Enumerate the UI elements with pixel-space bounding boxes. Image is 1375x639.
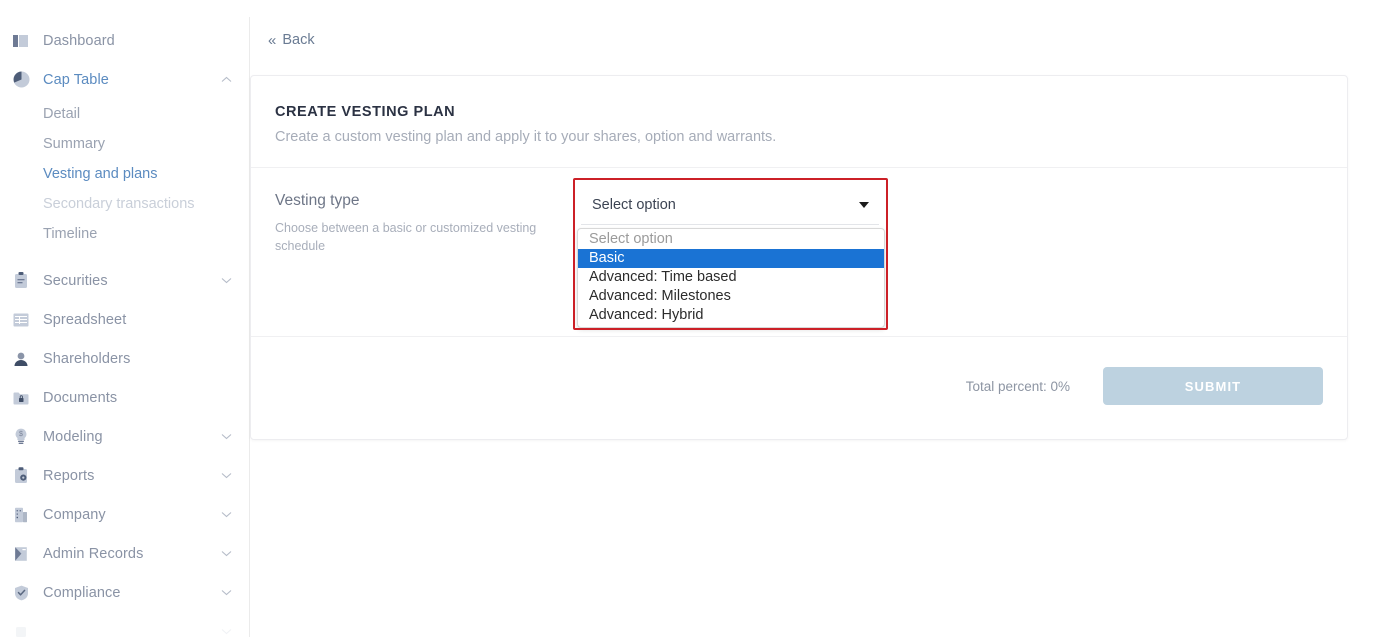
sidebar-subitem-label: Timeline: [43, 226, 98, 242]
shield-check-icon: [12, 584, 30, 602]
back-link[interactable]: « Back: [268, 32, 315, 48]
sidebar-item-cap-table[interactable]: Cap Table: [0, 60, 250, 99]
admin-archive-icon: [12, 545, 30, 563]
sidebar-item-securities[interactable]: Securities: [0, 261, 250, 300]
page-subtitle: Create a custom vesting plan and apply i…: [275, 129, 777, 145]
grid-icon: [12, 311, 30, 329]
sidebar-item-label: Shareholders: [43, 350, 131, 367]
sidebar-subitem-vesting-and-plans[interactable]: Vesting and plans: [0, 159, 250, 189]
vesting-type-dropdown-list[interactable]: Select option Basic Advanced: Time based…: [577, 228, 885, 328]
sidebar-item-label: Spreadsheet: [43, 311, 127, 328]
sidebar-item-spreadsheet[interactable]: Spreadsheet: [0, 300, 250, 339]
main-content: « Back CREATE VESTING PLAN Create a cust…: [250, 0, 1375, 639]
total-percent-label: Total percent: 0%: [965, 379, 1070, 394]
sidebar-item-compliance[interactable]: Compliance: [0, 573, 250, 612]
dropdown-option-advanced-milestones[interactable]: Advanced: Milestones: [578, 287, 884, 306]
sidebar-item-label: Reports: [43, 467, 95, 484]
lightbulb-dollar-icon: $: [12, 428, 30, 446]
dropdown-option-advanced-hybrid[interactable]: Advanced: Hybrid: [578, 306, 884, 325]
sidebar-item-label: Dashboard: [43, 32, 115, 49]
clipped-item-icon: [12, 623, 30, 639]
sidebar-subitem-detail[interactable]: Detail: [0, 99, 250, 129]
person-icon: [12, 350, 30, 368]
dashboard-icon: [12, 32, 30, 50]
chevron-up-icon[interactable]: [221, 76, 232, 83]
vesting-type-select[interactable]: Select option: [581, 185, 879, 225]
sidebar-item-label: Documents: [43, 389, 118, 406]
sidebar-subitem-label: Vesting and plans: [43, 166, 158, 182]
sidebar-item-label: Admin Records: [43, 545, 144, 562]
sidebar: Dashboard Cap Table Detail Summary Vesti…: [0, 0, 250, 639]
chevron-down-icon[interactable]: [221, 277, 232, 284]
dropdown-option-basic[interactable]: Basic: [578, 249, 884, 268]
sidebar-subitem-label: Detail: [43, 106, 81, 122]
chevron-down-icon[interactable]: [221, 589, 232, 596]
sidebar-subitem-secondary-transactions[interactable]: Secondary transactions: [0, 189, 250, 219]
dropdown-option-advanced-time-based[interactable]: Advanced: Time based: [578, 268, 884, 287]
svg-text:$: $: [19, 431, 23, 438]
vesting-type-label: Vesting type: [275, 192, 360, 209]
sidebar-item-documents[interactable]: Documents: [0, 378, 250, 417]
chevron-down-icon[interactable]: [221, 550, 232, 557]
sidebar-item-shareholders[interactable]: Shareholders: [0, 339, 250, 378]
vesting-type-help-text: Choose between a basic or customized ves…: [275, 221, 537, 254]
sidebar-item-dashboard[interactable]: Dashboard: [0, 21, 250, 60]
chevron-down-icon[interactable]: [221, 472, 232, 479]
report-gear-icon: [12, 467, 30, 485]
chevron-down-icon[interactable]: [221, 433, 232, 440]
submit-button[interactable]: SUBMIT: [1103, 367, 1323, 405]
page-title: CREATE VESTING PLAN: [275, 104, 456, 120]
dropdown-option-select-option[interactable]: Select option: [578, 230, 884, 249]
card-footer: Total percent: 0% SUBMIT: [251, 337, 1347, 437]
sidebar-nav-list: Dashboard Cap Table Detail Summary Vesti…: [0, 21, 250, 639]
chevron-down-icon[interactable]: [221, 628, 232, 635]
sidebar-subitem-label: Secondary transactions: [43, 196, 195, 212]
building-icon: [12, 506, 30, 524]
app-root: Dashboard Cap Table Detail Summary Vesti…: [0, 0, 1375, 639]
create-vesting-plan-card: CREATE VESTING PLAN Create a custom vest…: [250, 75, 1348, 440]
sidebar-item-modeling[interactable]: $ Modeling: [0, 417, 250, 456]
card-body: Vesting type Choose between a basic or c…: [251, 168, 1347, 337]
clipboard-icon: [12, 272, 30, 290]
chevron-down-icon[interactable]: [221, 511, 232, 518]
sidebar-item-clipped[interactable]: [0, 612, 250, 639]
back-link-label: Back: [282, 32, 315, 48]
chevron-down-icon[interactable]: [859, 201, 869, 208]
sidebar-item-label: Compliance: [43, 584, 121, 601]
pie-chart-icon: [12, 71, 30, 89]
sidebar-item-label: Company: [43, 506, 106, 523]
double-chevron-left-icon: «: [268, 31, 277, 49]
lock-folder-icon: [12, 389, 30, 407]
sidebar-subitem-label: Summary: [43, 136, 106, 152]
sidebar-item-label: Modeling: [43, 428, 103, 445]
select-selected-value: Select option: [592, 196, 676, 213]
vesting-type-field-labels: Vesting type Choose between a basic or c…: [275, 192, 565, 255]
sidebar-item-label: Securities: [43, 272, 108, 289]
sidebar-item-company[interactable]: Company: [0, 495, 250, 534]
sidebar-subitem-timeline[interactable]: Timeline: [0, 219, 250, 249]
sidebar-item-label: Cap Table: [43, 71, 109, 88]
card-header: CREATE VESTING PLAN Create a custom vest…: [251, 76, 1347, 168]
sidebar-item-admin-records[interactable]: Admin Records: [0, 534, 250, 573]
sidebar-item-reports[interactable]: Reports: [0, 456, 250, 495]
sidebar-subitem-summary[interactable]: Summary: [0, 129, 250, 159]
